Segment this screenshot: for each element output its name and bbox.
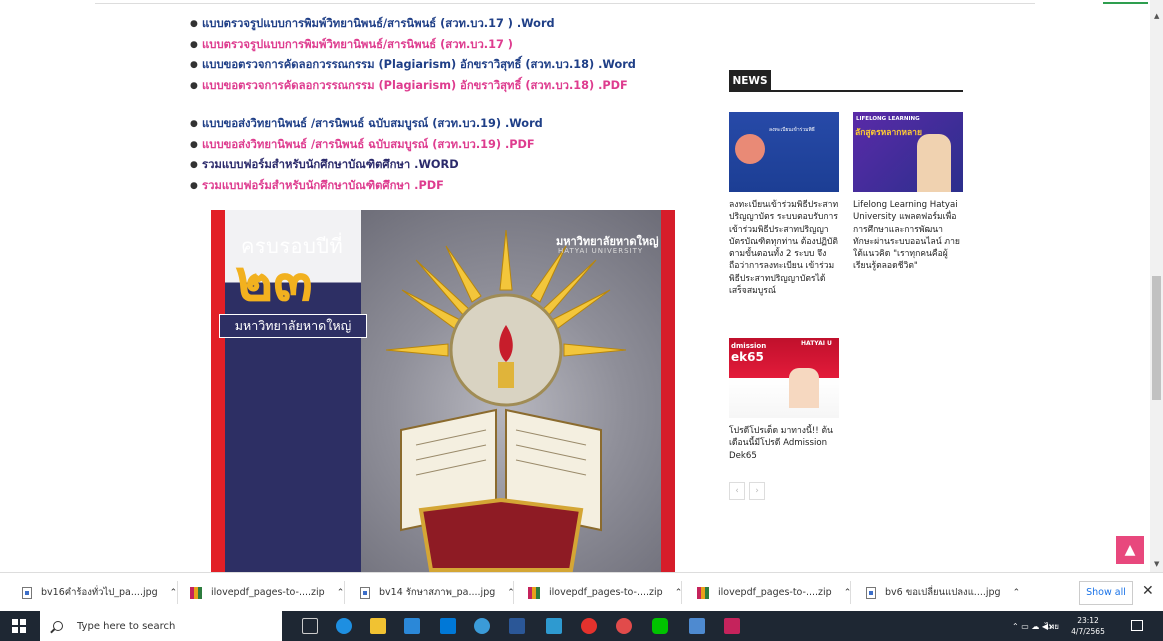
zip-archive-icon bbox=[528, 586, 540, 599]
form-link[interactable]: ● แบบขอตรวจการคัดลอกวรรณกรรม (Plagiarism)… bbox=[190, 55, 710, 76]
taskbar-search-box[interactable]: Type here to search bbox=[40, 611, 282, 641]
close-downloads-icon[interactable]: ✕ bbox=[1142, 583, 1154, 599]
taskbar-clock[interactable]: 23:12 4/7/2565 bbox=[1068, 615, 1108, 637]
image-file-icon bbox=[22, 586, 32, 599]
form-link[interactable]: ● รวมแบบฟอร์มสำหรับนักศึกษาบัณฑิตศึกษา .P… bbox=[190, 176, 710, 197]
news-heading-underline bbox=[771, 90, 963, 92]
download-item[interactable]: ilovepdf_pages-to-....zip ⌃ bbox=[697, 573, 851, 612]
poster-university-name: มหาวิทยาลัยหาดใหญ่ bbox=[219, 314, 367, 338]
download-item[interactable]: ilovepdf_pages-to-....zip ⌃ bbox=[190, 573, 344, 612]
scrollbar-thumb[interactable] bbox=[1152, 276, 1161, 400]
chevron-up-icon[interactable]: ⌃ bbox=[1013, 588, 1021, 598]
person-icon bbox=[917, 134, 951, 192]
news-heading: NEWS bbox=[729, 70, 771, 92]
form-link[interactable]: ● แบบตรวจรูปแบบการพิมพ์วิทยานิพนธ์/สารนิพ… bbox=[190, 14, 710, 35]
chrome-icon[interactable] bbox=[581, 618, 597, 634]
scroll-up-arrow-icon[interactable]: ▲ bbox=[1154, 12, 1159, 20]
book-crest-emblem bbox=[400, 408, 602, 572]
mail-icon[interactable] bbox=[404, 618, 420, 634]
zip-archive-icon bbox=[697, 586, 709, 599]
poster-anniversary-number: ๒๓ bbox=[235, 246, 313, 314]
bullet-icon: ● bbox=[190, 60, 198, 70]
form-link[interactable]: ● รวมแบบฟอร์มสำหรับนักศึกษาบัณฑิตศึกษา .W… bbox=[190, 155, 710, 176]
download-item[interactable]: bv14 รักษาสภาพ_pa....jpg ⌃ bbox=[360, 573, 515, 612]
winrar-icon[interactable] bbox=[724, 618, 740, 634]
line-app-icon[interactable] bbox=[652, 618, 668, 634]
poster-brand-en: HATYAI UNIVERSITY bbox=[558, 247, 644, 255]
photos-icon[interactable] bbox=[546, 618, 562, 634]
pager-next-button[interactable]: › bbox=[749, 482, 765, 500]
vertical-scrollbar[interactable]: ▲ ▼ bbox=[1150, 0, 1163, 572]
bullet-icon: ● bbox=[190, 119, 198, 129]
image-file-icon bbox=[866, 586, 876, 599]
windows-start-icon[interactable] bbox=[12, 619, 26, 633]
download-item[interactable]: bv6 ขอเปลี่ยนแปลงแ....jpg ⌃ bbox=[866, 573, 1020, 612]
bullet-icon: ● bbox=[190, 19, 198, 29]
form-links-list: ● แบบตรวจรูปแบบการพิมพ์วิทยานิพนธ์/สารนิพ… bbox=[190, 14, 710, 196]
news-card[interactable]: ลงทะเบียนเข้าร่วมพิธี ลงทะเบียนเข้าร่วมพ… bbox=[729, 112, 839, 297]
pager-prev-button[interactable]: ‹ bbox=[729, 482, 745, 500]
search-icon bbox=[53, 621, 63, 631]
file-explorer-icon[interactable] bbox=[370, 618, 386, 634]
person-icon bbox=[789, 368, 819, 408]
top-divider bbox=[95, 0, 1035, 4]
news-title[interactable]: โปรดีโปรเด็ด มาทางนี้!! ต้นเดือนนี้มีโปร… bbox=[729, 425, 839, 462]
form-link[interactable]: ● แบบตรวจรูปแบบการพิมพ์วิทยานิพนธ์/สารนิพ… bbox=[190, 35, 710, 56]
news-thumbnail[interactable]: ลงทะเบียนเข้าร่วมพิธี bbox=[729, 112, 839, 192]
bullet-icon: ● bbox=[190, 80, 198, 91]
show-all-downloads-button[interactable]: Show all bbox=[1079, 581, 1133, 605]
news-card[interactable]: LIFELONG LEARNING ลักสูตรหลากหลาย Lifelo… bbox=[853, 112, 963, 273]
photo-viewer-icon[interactable] bbox=[689, 618, 705, 634]
task-view-icon[interactable] bbox=[302, 618, 318, 634]
chevron-up-icon: ▲ bbox=[1124, 542, 1136, 558]
scroll-down-arrow-icon[interactable]: ▼ bbox=[1154, 560, 1159, 568]
bullet-icon: ● bbox=[190, 160, 198, 170]
word-icon[interactable] bbox=[509, 618, 525, 634]
zip-archive-icon bbox=[190, 586, 202, 599]
news-thumbnail[interactable]: dmission ek65 HATYAI U bbox=[729, 338, 839, 418]
store-icon[interactable] bbox=[440, 618, 456, 634]
download-item[interactable]: ilovepdf_pages-to-....zip ⌃ bbox=[528, 573, 682, 612]
top-accent-bar bbox=[1103, 2, 1148, 4]
downloads-bar: bv16คำร้องทั่วไป_pa....jpg ⌃ ilovepdf_pag… bbox=[0, 572, 1163, 611]
windows-taskbar: Type here to search ⌃ ▭ ☁ ◀× ไทย 23:12 4… bbox=[0, 611, 1163, 641]
notification-center-icon[interactable] bbox=[1131, 620, 1143, 631]
input-language[interactable]: ไทย bbox=[1045, 611, 1059, 641]
person-icon bbox=[735, 134, 765, 164]
news-title[interactable]: Lifelong Learning Hatyai University แพลต… bbox=[853, 199, 963, 273]
form-link[interactable]: ● แบบขอตรวจการคัดลอกวรรณกรรม (Plagiarism)… bbox=[190, 76, 710, 97]
download-item[interactable]: bv16คำร้องทั่วไป_pa....jpg ⌃ bbox=[22, 573, 177, 612]
image-file-icon bbox=[360, 586, 370, 599]
form-link[interactable]: ● แบบขอส่งวิทยานิพนธ์ /สารนิพนธ์ ฉบับสมบู… bbox=[190, 114, 710, 135]
browser-viewport: ● แบบตรวจรูปแบบการพิมพ์วิทยานิพนธ์/สารนิพ… bbox=[0, 0, 1150, 572]
internet-explorer-icon[interactable] bbox=[474, 618, 490, 634]
news-card[interactable]: dmission ek65 HATYAI U โปรดีโปรเด็ด มาทา… bbox=[729, 338, 839, 462]
news-thumbnail[interactable]: LIFELONG LEARNING ลักสูตรหลากหลาย bbox=[853, 112, 963, 192]
poster-red-stripe bbox=[211, 210, 225, 572]
bullet-icon: ● bbox=[190, 39, 198, 50]
search-placeholder[interactable]: Type here to search bbox=[77, 621, 175, 632]
app-icon[interactable] bbox=[616, 618, 632, 634]
news-title[interactable]: ลงทะเบียนเข้าร่วมพิธีประสาทปริญญาบัตร ระ… bbox=[729, 199, 839, 297]
anniversary-poster: ครบรอบปีที่ ๒๓ มหาวิทยาลัยหาดใหญ่ มหาวิท… bbox=[211, 210, 675, 572]
bullet-icon: ● bbox=[190, 180, 198, 191]
edge-legacy-icon[interactable] bbox=[336, 618, 352, 634]
bullet-icon: ● bbox=[190, 139, 198, 150]
form-link[interactable]: ● แบบขอส่งวิทยานิพนธ์ /สารนิพนธ์ ฉบับสมบู… bbox=[190, 135, 710, 156]
news-pager: ‹ › bbox=[729, 482, 765, 500]
poster-red-stripe-right bbox=[661, 210, 675, 572]
scroll-to-top-button[interactable]: ▲ bbox=[1116, 536, 1144, 564]
